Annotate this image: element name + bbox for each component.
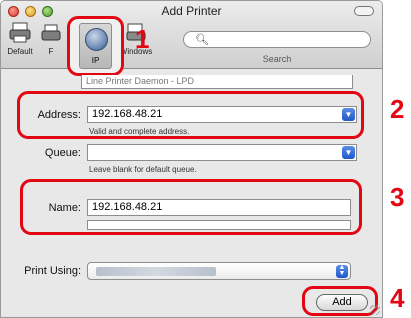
- address-field[interactable]: 192.168.48.21 ▼: [87, 106, 357, 123]
- fax-icon: [41, 24, 61, 41]
- titlebar: Add Printer Default F Windows 🔍︎ Search: [1, 1, 382, 69]
- queue-field[interactable]: ▼: [87, 144, 357, 161]
- search-label: Search: [262, 54, 292, 64]
- add-button[interactable]: Add: [316, 294, 368, 311]
- step-number-1: 1: [135, 24, 150, 54]
- toolbar-item-label: F: [48, 47, 54, 56]
- print-using-label: Print Using:: [24, 265, 81, 277]
- add-printer-window: Add Printer Default F Windows 🔍︎ Search …: [0, 0, 383, 318]
- protocol-value: Line Printer Daemon - LPD: [86, 76, 195, 86]
- queue-dropdown-icon[interactable]: ▼: [342, 146, 355, 159]
- print-using-select[interactable]: ▲ ▼: [87, 262, 351, 280]
- queue-label: Queue:: [44, 147, 81, 159]
- window-title: Add Printer: [161, 4, 222, 18]
- name-value: 192.168.48.21: [92, 201, 163, 213]
- step-number-4: 4: [390, 283, 405, 313]
- address-label: Address:: [37, 109, 81, 121]
- address-hint: Valid and complete address.: [89, 127, 190, 136]
- toolbar-toggle-button[interactable]: [354, 6, 374, 16]
- callout-ip-tab: IP: [67, 16, 124, 76]
- toolbar-item-label: Default: [7, 47, 33, 56]
- protocol-select[interactable]: Line Printer Daemon - LPD: [81, 75, 353, 89]
- name-field[interactable]: 192.168.48.21: [87, 199, 351, 216]
- search-icon: 🔍︎: [195, 34, 209, 46]
- name-label: Name:: [48, 202, 81, 214]
- search-input[interactable]: 🔍︎: [183, 31, 371, 48]
- step-number-3: 3: [390, 182, 405, 212]
- stepper-icon: ▲ ▼: [336, 264, 348, 278]
- resize-grip-icon[interactable]: [370, 305, 380, 315]
- address-history-icon[interactable]: ▼: [342, 108, 355, 121]
- toolbar-item-fax[interactable]: F: [39, 21, 63, 65]
- address-value: 192.168.48.21: [92, 108, 163, 120]
- toolbar-item-ip[interactable]: IP: [79, 23, 112, 69]
- print-using-value-blurred: [96, 267, 216, 276]
- toolbar-item-default[interactable]: Default: [3, 21, 37, 65]
- queue-hint: Leave blank for default queue.: [89, 165, 197, 174]
- toolbar-item-label: IP: [91, 56, 100, 65]
- globe-icon: [85, 28, 108, 51]
- step-number-2: 2: [390, 94, 405, 124]
- location-field[interactable]: [87, 220, 351, 230]
- default-printer-icon: [9, 22, 31, 43]
